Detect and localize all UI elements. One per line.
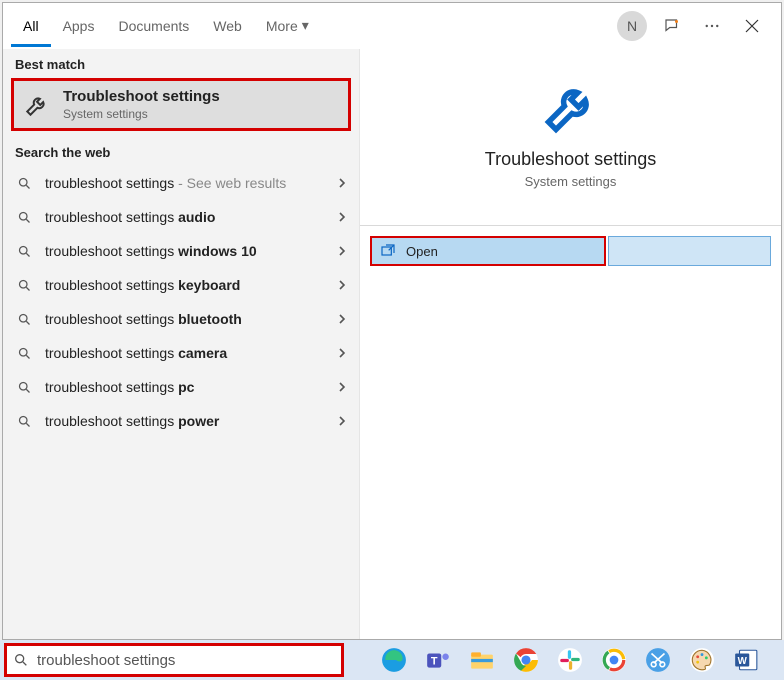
search-icon xyxy=(13,652,29,668)
best-match-subtitle: System settings xyxy=(63,107,220,121)
search-icon xyxy=(17,346,33,361)
web-result-item[interactable]: troubleshoot settings audio xyxy=(3,200,359,234)
chevron-right-icon xyxy=(337,348,347,358)
web-result-label: troubleshoot settings bluetooth xyxy=(45,311,325,327)
preview-subtitle: System settings xyxy=(525,174,617,189)
taskbar-app-slack[interactable] xyxy=(550,640,590,680)
web-result-label: troubleshoot settings pc xyxy=(45,379,325,395)
tab-documents[interactable]: Documents xyxy=(106,6,201,47)
wrench-icon xyxy=(23,91,51,119)
chevron-right-icon xyxy=(337,416,347,426)
taskbar-app-teams[interactable]: T xyxy=(418,640,458,680)
taskbar-app-chrome2[interactable] xyxy=(594,640,634,680)
web-result-item[interactable]: troubleshoot settings camera xyxy=(3,336,359,370)
best-match-header: Best match xyxy=(3,49,359,78)
search-input[interactable] xyxy=(37,652,335,669)
chevron-right-icon xyxy=(337,280,347,290)
search-body: Best match Troubleshoot settings System … xyxy=(3,49,781,639)
web-result-label: troubleshoot settings audio xyxy=(45,209,325,225)
taskbar-app-snip[interactable] xyxy=(638,640,678,680)
preview-actions: Open xyxy=(360,226,781,278)
svg-text:W: W xyxy=(738,656,748,667)
search-icon xyxy=(17,176,33,191)
best-match-text: Troubleshoot settings System settings xyxy=(63,88,220,121)
web-result-item[interactable]: troubleshoot settings power xyxy=(3,404,359,438)
taskbar-search[interactable] xyxy=(4,643,344,677)
tab-web[interactable]: Web xyxy=(201,6,254,47)
chevron-right-icon xyxy=(337,246,347,256)
chevron-right-icon xyxy=(337,314,347,324)
open-label: Open xyxy=(406,244,438,259)
chevron-right-icon xyxy=(337,178,347,188)
web-result-item[interactable]: troubleshoot settings pc xyxy=(3,370,359,404)
web-result-item[interactable]: troubleshoot settings keyboard xyxy=(3,268,359,302)
tab-more-label: More xyxy=(266,18,298,34)
wrench-icon xyxy=(541,77,601,137)
tab-apps[interactable]: Apps xyxy=(51,6,107,47)
taskbar: T W xyxy=(0,640,784,680)
search-icon xyxy=(17,312,33,327)
web-result-label: troubleshoot settings power xyxy=(45,413,325,429)
preview-pane: Troubleshoot settings System settings Op… xyxy=(360,49,781,639)
feedback-icon[interactable] xyxy=(657,11,687,41)
web-result-item[interactable]: troubleshoot settings windows 10 xyxy=(3,234,359,268)
open-icon xyxy=(380,243,396,259)
chevron-down-icon: ▾ xyxy=(302,17,309,34)
taskbar-app-chrome[interactable] xyxy=(506,640,546,680)
web-result-item[interactable]: troubleshoot settings - See web results xyxy=(3,166,359,200)
best-match-item[interactable]: Troubleshoot settings System settings xyxy=(11,78,351,131)
action-highlight xyxy=(608,236,771,266)
more-icon[interactable] xyxy=(697,11,727,41)
search-icon xyxy=(17,244,33,259)
taskbar-app-edge[interactable] xyxy=(374,640,414,680)
open-button[interactable]: Open xyxy=(370,236,606,266)
taskbar-app-explorer[interactable] xyxy=(462,640,502,680)
search-icon xyxy=(17,278,33,293)
search-icon xyxy=(17,414,33,429)
tabs-bar: All Apps Documents Web More ▾ N xyxy=(3,3,781,49)
taskbar-app-paint[interactable] xyxy=(682,640,722,680)
chevron-right-icon xyxy=(337,212,347,222)
search-icon xyxy=(17,210,33,225)
web-result-label: troubleshoot settings camera xyxy=(45,345,325,361)
preview-title: Troubleshoot settings xyxy=(485,149,656,170)
svg-text:T: T xyxy=(431,655,438,667)
preview-hero: Troubleshoot settings System settings xyxy=(360,49,781,211)
web-result-label: troubleshoot settings keyboard xyxy=(45,277,325,293)
titlebar-actions: N xyxy=(617,11,773,41)
start-search-panel: All Apps Documents Web More ▾ N Best mat… xyxy=(2,2,782,640)
tab-more[interactable]: More ▾ xyxy=(254,5,321,47)
web-result-label: troubleshoot settings - See web results xyxy=(45,175,325,191)
best-match-title: Troubleshoot settings xyxy=(63,88,220,105)
tab-all[interactable]: All xyxy=(11,6,51,47)
web-result-item[interactable]: troubleshoot settings bluetooth xyxy=(3,302,359,336)
avatar[interactable]: N xyxy=(617,11,647,41)
close-icon[interactable] xyxy=(737,11,767,41)
taskbar-apps: T W xyxy=(374,640,766,680)
search-web-header: Search the web xyxy=(3,137,359,166)
web-result-label: troubleshoot settings windows 10 xyxy=(45,243,325,259)
search-icon xyxy=(17,380,33,395)
taskbar-app-word[interactable]: W xyxy=(726,640,766,680)
chevron-right-icon xyxy=(337,382,347,392)
results-list: Best match Troubleshoot settings System … xyxy=(3,49,360,639)
